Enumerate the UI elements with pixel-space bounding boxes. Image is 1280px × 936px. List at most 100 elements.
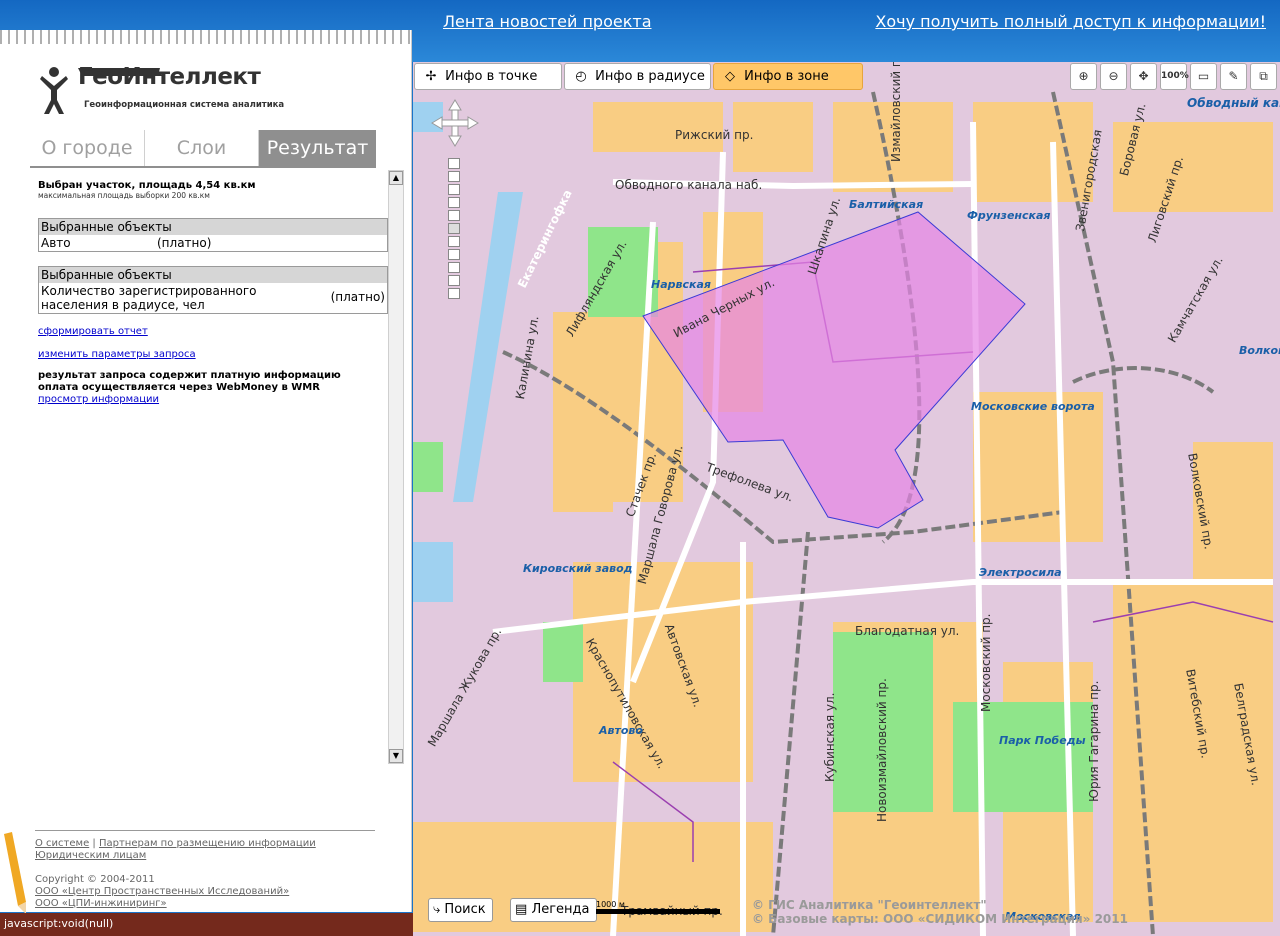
metro-label: Московские ворота	[971, 400, 1095, 413]
info-point-button[interactable]: ✢ Инфо в точке	[414, 63, 562, 90]
object-name: Авто	[41, 236, 71, 250]
result-scrollbar[interactable]: ▲ ▼	[388, 170, 404, 764]
metro-label: Балтийская	[849, 198, 924, 211]
result-panel: Выбран участок, площадь 4,54 кв.км макси…	[38, 172, 388, 762]
zoom-out-icon[interactable]: ⊖	[1100, 63, 1127, 90]
zoom-step[interactable]	[448, 262, 460, 273]
metro-label: Нарвская	[651, 278, 711, 291]
copyright-line: © Базовые карты: ООО «СИДИКОМ Интеграция…	[752, 912, 1128, 926]
pan-control-icon[interactable]	[430, 98, 480, 148]
selected-objects-box: Выбранные объекты Количество зарегистрир…	[38, 266, 388, 314]
search-label: Поиск	[444, 902, 486, 917]
ruler-icon[interactable]: ▭	[1190, 63, 1217, 90]
zoom-step[interactable]	[448, 249, 460, 260]
object-price: (платно)	[330, 290, 385, 304]
pan-icon[interactable]: ✥	[1130, 63, 1157, 90]
about-system-link[interactable]: О системе	[35, 838, 89, 849]
park-label: Парк Победы	[999, 734, 1086, 747]
metro-label: Электросила	[979, 566, 1062, 579]
tab-about-city[interactable]: О городе	[30, 130, 145, 166]
left-footer: О системе | Партнерам по размещению инфо…	[35, 830, 375, 910]
tab-underline	[30, 166, 376, 168]
partners-link[interactable]: Партнерам по размещению информации	[99, 838, 316, 849]
change-params-link[interactable]: изменить параметры запроса	[38, 349, 388, 360]
info-radius-label: Инфо в радиусе	[595, 69, 705, 84]
zoom-step[interactable]	[448, 197, 460, 208]
street-label: Московский пр.	[979, 613, 993, 713]
org1-link[interactable]: ООО «Центр Пространственных Исследований…	[35, 886, 289, 897]
street-label: Обводного канала наб.	[615, 178, 763, 192]
zoom-step[interactable]	[448, 210, 460, 221]
copyright-line: © ГИС Аналитика "Геоинтеллект"	[752, 898, 987, 912]
street-label: Рижский пр.	[675, 128, 754, 142]
map-view[interactable]: Рижский пр. Обводного канала наб. Измайл…	[413, 62, 1280, 936]
scroll-down-icon[interactable]: ▼	[389, 749, 403, 763]
street-label: Юрия Гагарина пр.	[1087, 680, 1101, 802]
info-radius-button[interactable]: ◴ Инфо в радиусе	[564, 63, 711, 90]
legend-button[interactable]: ▤ Легенда	[510, 898, 597, 922]
scale-bar: 1000 м	[596, 900, 720, 916]
radius-icon: ◴	[575, 69, 587, 84]
object-price: (платно)	[157, 236, 212, 250]
box-header: Выбранные объекты	[39, 219, 387, 235]
zoom-slider[interactable]	[448, 158, 460, 303]
zoom-minus-icon[interactable]	[448, 288, 460, 299]
info-zone-button[interactable]: ◇ Инфо в зоне	[713, 63, 863, 90]
legend-icon: ▤	[515, 902, 528, 917]
full-access-link[interactable]: Хочу получить полный доступ к информации…	[875, 12, 1266, 31]
street-label: Кубинская ул.	[823, 692, 837, 782]
zoom-thumb[interactable]	[448, 223, 460, 234]
view-info-link[interactable]: просмотр информации	[38, 394, 388, 405]
zoom-step[interactable]	[448, 275, 460, 286]
object-row: Авто (платно)	[39, 235, 387, 251]
zoom-100-button[interactable]: 100%	[1160, 63, 1189, 90]
footer-separator: |	[92, 838, 96, 849]
metro-label: Автово	[599, 724, 643, 737]
tab-bar: О городе Слои Результат	[30, 130, 376, 166]
object-name: Количество зарегистрированного населения…	[41, 284, 257, 312]
zoom-step[interactable]	[448, 236, 460, 247]
max-area-text: максимальная площадь выборки 200 кв.км	[38, 191, 210, 200]
zoom-step[interactable]	[448, 171, 460, 182]
paid-info-text: результат запроса содержит платную инфор…	[38, 370, 341, 393]
zoom-in-icon[interactable]: ⊕	[1070, 63, 1097, 90]
legend-label: Легенда	[531, 902, 590, 917]
tab-result[interactable]: Результат	[259, 130, 376, 166]
metro-label: Волков	[1239, 344, 1280, 357]
scale-line	[596, 909, 720, 914]
selected-objects-box: Выбранные объекты Авто (платно)	[38, 218, 388, 252]
search-button[interactable]: ⤷ Поиск	[428, 898, 493, 922]
map-copyright: © ГИС Аналитика "Геоинтеллект" © Базовые…	[752, 898, 1128, 926]
metro-label: Кировский завод	[523, 562, 633, 575]
crosshair-icon: ✢	[425, 69, 437, 84]
brush-icon[interactable]: ✎	[1220, 63, 1247, 90]
zoom-plus-icon[interactable]	[448, 158, 460, 169]
logo-subtitle: Геоинформационная система аналитика	[84, 100, 285, 110]
selected-area-text: Выбран участок, площадь 4,54 кв.км	[38, 180, 256, 191]
org2-link[interactable]: ООО «ЦПИ-инжиниринг»	[35, 898, 167, 909]
object-row: Количество зарегистрированного населения…	[39, 283, 387, 313]
metro-label: Фрунзенская	[967, 209, 1051, 222]
info-point-label: Инфо в точке	[445, 69, 538, 84]
info-zone-label: Инфо в зоне	[744, 69, 829, 84]
notebook-spiral	[0, 30, 412, 44]
fullscreen-icon[interactable]: ⧉	[1250, 63, 1277, 90]
logo-title: ГеоИнтеллект	[78, 64, 261, 90]
street-label: Измайловский пр.	[889, 62, 903, 162]
make-report-link[interactable]: сформировать отчет	[38, 326, 388, 337]
street-label: Обводный кана	[1187, 96, 1280, 110]
pencil-icon	[4, 832, 26, 914]
tab-layers[interactable]: Слои	[145, 130, 259, 166]
copyright-text: Copyright © 2004-2011	[35, 874, 155, 885]
box-header: Выбранные объекты	[39, 267, 387, 283]
zone-icon: ◇	[725, 69, 735, 84]
street-label: Благодатная ул.	[855, 624, 960, 638]
street-label: Новоизмайловский пр.	[875, 678, 889, 822]
scroll-up-icon[interactable]: ▲	[389, 171, 403, 185]
search-icon: ⤷	[433, 902, 441, 917]
news-link[interactable]: Лента новостей проекта	[443, 12, 652, 31]
map-canvas	[413, 91, 1274, 936]
status-bar: javascript:void(null)	[0, 913, 424, 936]
legal-entities-link[interactable]: Юридическим лицам	[35, 850, 146, 861]
zoom-step[interactable]	[448, 184, 460, 195]
